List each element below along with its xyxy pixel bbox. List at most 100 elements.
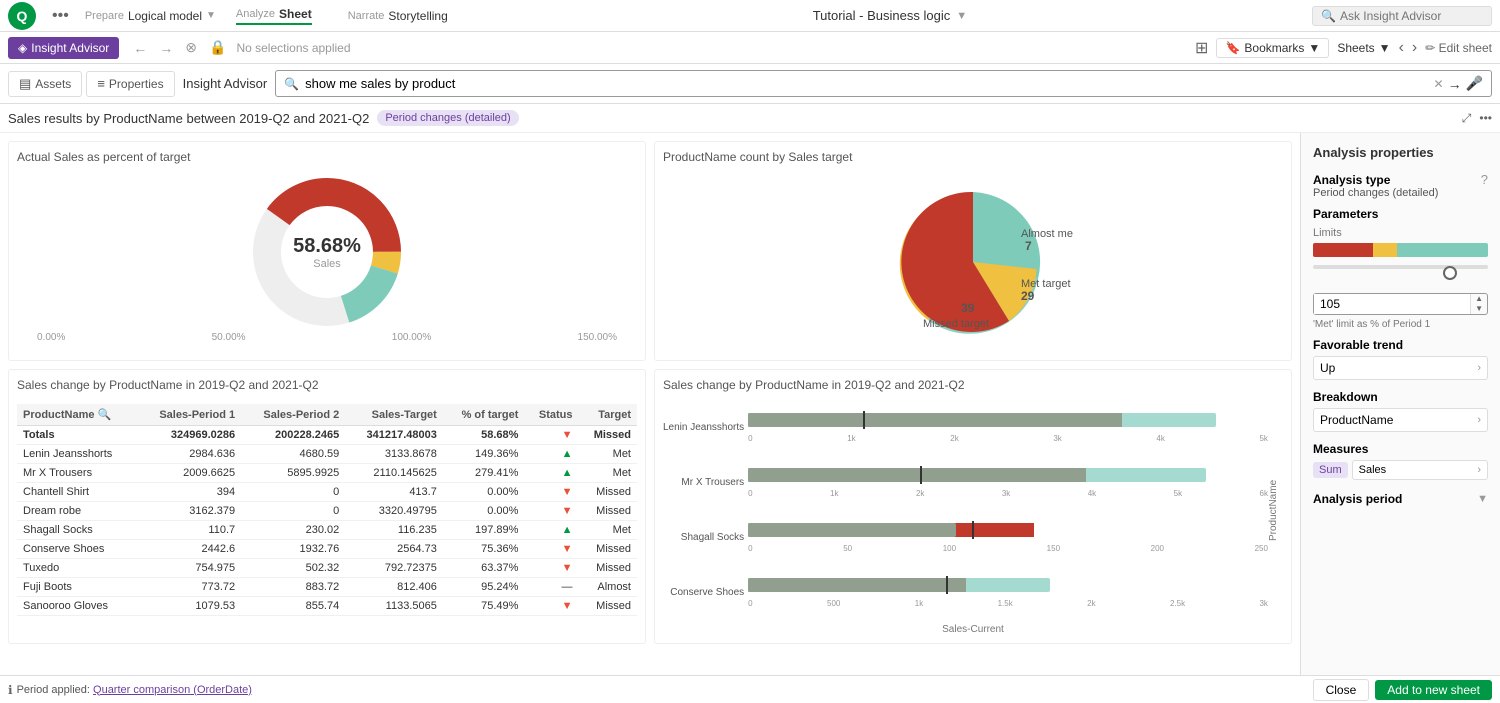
table-row: Mr X Trousers 2009.6625 5895.9925 2110.1…	[17, 464, 637, 483]
svg-text:7: 7	[1025, 239, 1032, 253]
prev-sheet-icon[interactable]: ‹	[1399, 39, 1404, 57]
ask-insight-search[interactable]: 🔍	[1312, 6, 1492, 26]
prepare-dropdown-icon: ▼	[206, 10, 216, 21]
table-title: Sales change by ProductName in 2019-Q2 a…	[17, 378, 319, 392]
period-badge: Period changes (detailed)	[377, 110, 518, 126]
donut-axis-labels: 0.00% 50.00% 100.00% 150.00%	[17, 332, 637, 343]
spin-down-button[interactable]: ▼	[1471, 304, 1487, 314]
limit-yellow-band	[1373, 243, 1397, 257]
limit-input[interactable]	[1314, 294, 1470, 314]
ask-insight-input[interactable]	[1340, 9, 1480, 23]
qlik-logo-icon: Q	[8, 2, 36, 30]
nav-narrate[interactable]: Narrate Storytelling	[348, 9, 448, 23]
insight-icon: ◈	[18, 41, 27, 55]
close-button[interactable]: Close	[1313, 679, 1370, 701]
table-row: Conserve Shoes 2442.6 1932.76 2564.73 75…	[17, 540, 637, 559]
donut-chart-title: Actual Sales as percent of target	[17, 150, 637, 164]
bookmarks-button[interactable]: 🔖 Bookmarks ▼	[1216, 38, 1329, 58]
toolbar-right: ⊞ 🔖 Bookmarks ▼ Sheets ▼ ‹ › ✏ Edit shee…	[1195, 38, 1492, 58]
app-logo: Q	[8, 2, 40, 30]
microphone-icon[interactable]: 🎤	[1466, 75, 1483, 92]
measures-row: Sum Sales ›	[1313, 460, 1488, 480]
trend-icon: ▲	[562, 524, 573, 536]
limit-hint: 'Met' limit as % of Period 1	[1313, 319, 1488, 330]
add-to-sheet-button[interactable]: Add to new sheet	[1375, 680, 1492, 700]
lock-icon[interactable]: 🔒	[207, 37, 228, 58]
bar-x-axis-label: Sales-Current	[663, 624, 1283, 635]
col-productname: ProductName 🔍	[17, 404, 137, 426]
bookmarks-dropdown-icon: ▼	[1308, 41, 1320, 55]
period-applied-text: Period applied: Quarter comparison (Orde…	[17, 684, 1313, 696]
pie-chart-title: ProductName count by Sales target	[663, 150, 1283, 164]
bar-label-1: Mr X Trousers	[663, 477, 744, 488]
bar-y-axis-label: ProductName	[1268, 400, 1283, 620]
assets-tab[interactable]: ▤ Assets	[8, 71, 82, 97]
slider-thumb[interactable]	[1443, 266, 1457, 280]
more-icon[interactable]: •••	[1479, 111, 1492, 126]
next-sheet-icon[interactable]: ›	[1412, 39, 1417, 57]
favorable-trend-select[interactable]: Up ›	[1313, 356, 1488, 380]
search-submit-icon[interactable]: →	[1448, 76, 1462, 92]
table-row: Dream robe 3162.379 0 3320.49795 0.00% ▼…	[17, 502, 637, 521]
spin-up-button[interactable]: ▲	[1471, 294, 1487, 304]
edit-sheet-button[interactable]: ✏ Edit sheet	[1425, 41, 1492, 55]
selection-back-icon[interactable]: ←	[131, 38, 149, 58]
more-options-icon[interactable]: •••	[52, 7, 69, 25]
search-clear-icon[interactable]: ✕	[1434, 77, 1444, 91]
table-totals-row: Totals 324969.0286 200228.2465 341217.48…	[17, 426, 637, 445]
analysis-properties-panel: Analysis properties Analysis type ? Peri…	[1300, 133, 1500, 675]
svg-text:29: 29	[1021, 289, 1035, 303]
nav-analyze[interactable]: Analyze Sheet	[236, 7, 312, 25]
pencil-icon: ✏	[1425, 41, 1435, 55]
trend-icon: —	[562, 581, 573, 593]
insight-advisor-button[interactable]: ◈ Insight Advisor	[8, 37, 119, 59]
page-title: Sales results by ProductName between 201…	[8, 111, 369, 126]
bar-chart-title: Sales change by ProductName in 2019-Q2 a…	[663, 378, 1283, 392]
col-p1: Sales-Period 1	[137, 404, 241, 426]
search-input-wrap: 🔍 ✕ → 🎤	[275, 70, 1492, 97]
bar-label-0: Lenin Jeansshorts	[663, 422, 744, 433]
search-table-icon[interactable]: 🔍	[98, 409, 112, 421]
totals-status: Missed	[579, 426, 637, 445]
limits-slider[interactable]	[1313, 265, 1488, 285]
trend-icon: ▼	[562, 562, 573, 574]
parameters-label: Parameters	[1313, 207, 1488, 221]
sales-table: ProductName 🔍 Sales-Period 1 Sales-Perio…	[17, 404, 637, 616]
period-link[interactable]: Quarter comparison (OrderDate)	[93, 684, 252, 696]
nav-prepare[interactable]: Prepare Logical model ▼	[85, 9, 216, 23]
title-dropdown-icon[interactable]: ▼	[956, 10, 967, 22]
trend-icon: ▼	[562, 505, 573, 517]
trend-icon: ▼	[562, 543, 573, 555]
donut-chart-section: Actual Sales as percent of target 58.68%	[8, 141, 646, 361]
breakdown-select[interactable]: ProductName ›	[1313, 408, 1488, 432]
sheets-button[interactable]: Sheets ▼	[1337, 41, 1390, 55]
selection-forward-icon[interactable]: →	[157, 38, 175, 58]
sheets-dropdown-icon: ▼	[1379, 41, 1391, 55]
table-row: Fuji Boots 773.72 883.72 812.406 95.24% …	[17, 578, 637, 597]
analysis-type-label: Analysis type	[1313, 173, 1390, 187]
col-status: Status	[524, 404, 578, 426]
toolbar-icons: ← → ⊗ 🔒	[131, 37, 228, 58]
table-row: Chantell Shirt 394 0 413.7 0.00% ▼ Misse…	[17, 483, 637, 502]
limit-spinners: ▲ ▼	[1470, 294, 1487, 314]
search-input[interactable]	[305, 76, 1433, 91]
limit-input-wrap: ▲ ▼	[1313, 293, 1488, 315]
analysis-type-help-icon[interactable]: ?	[1481, 172, 1488, 187]
donut-center: 58.68% Sales	[293, 235, 361, 270]
grid-view-icon[interactable]: ⊞	[1195, 38, 1208, 58]
expand-icon[interactable]: ⤢	[1462, 111, 1472, 126]
table-header-row: ProductName 🔍 Sales-Period 1 Sales-Perio…	[17, 404, 637, 426]
properties-tab[interactable]: ≡ Properties	[86, 71, 174, 97]
totals-trend-icon: ▼	[562, 429, 573, 441]
col-p2: Sales-Period 2	[241, 404, 345, 426]
measure-field-select[interactable]: Sales ›	[1352, 460, 1488, 480]
search-tabs: ▤ Assets ≡ Properties	[8, 71, 175, 97]
clear-selections-icon[interactable]: ⊗	[183, 37, 199, 58]
analysis-period-chevron-icon: ▼	[1477, 493, 1488, 505]
app-title: Tutorial - Business logic ▼	[468, 8, 1312, 23]
analysis-period-row[interactable]: Analysis period ▼	[1313, 492, 1488, 506]
limits-color-band	[1313, 243, 1488, 257]
bar-row-1: 01k2k3k4k5k6k	[748, 468, 1268, 498]
search-icon: 🔍	[1321, 9, 1336, 23]
measure-agg-tag: Sum	[1313, 462, 1348, 478]
